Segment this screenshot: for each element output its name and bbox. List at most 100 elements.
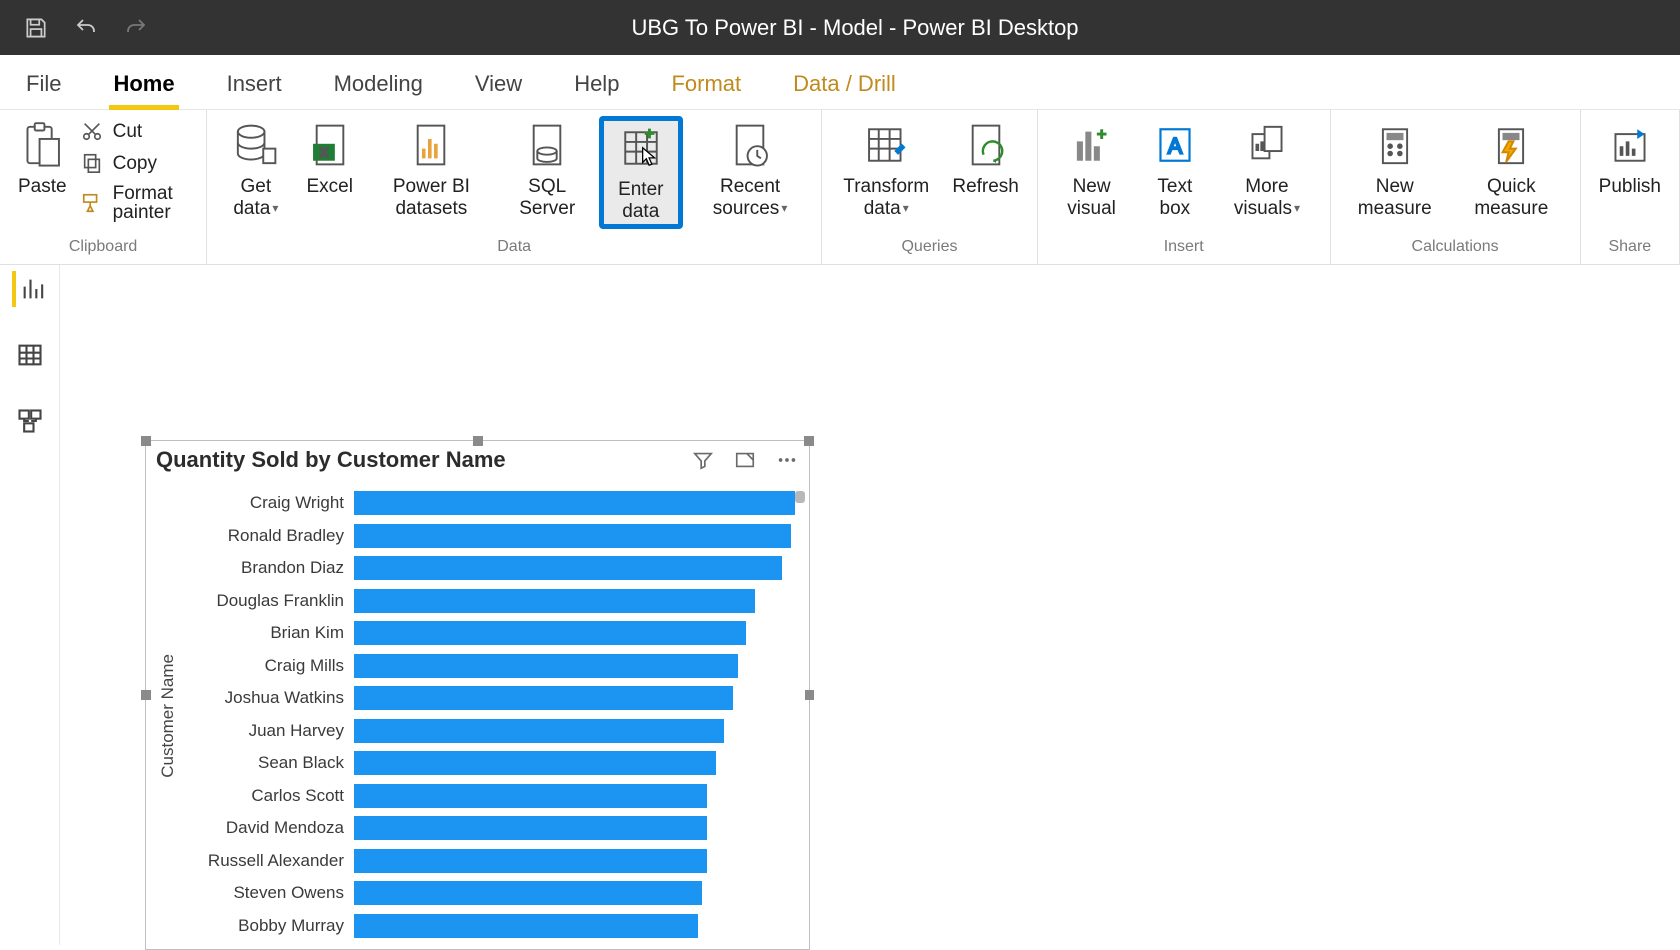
category-label: Ronald Bradley: [182, 520, 354, 553]
group-insert: New visual A Text box More visuals▾ Inse…: [1038, 110, 1331, 264]
group-label: Clipboard: [12, 238, 194, 260]
bar[interactable]: [354, 589, 755, 613]
group-share: Publish Share: [1581, 110, 1680, 264]
sql-server-button[interactable]: SQL Server: [504, 116, 591, 221]
more-visuals-icon: [1247, 120, 1287, 170]
more-visuals-button[interactable]: More visuals▾: [1216, 116, 1317, 221]
report-canvas[interactable]: Quantity Sold by Customer Name Customer …: [60, 265, 1680, 945]
recent-sources-button[interactable]: Recent sources▾: [691, 116, 809, 221]
svg-text:X: X: [319, 145, 328, 160]
visual-scrollbar[interactable]: [795, 491, 805, 939]
cut-icon: [81, 120, 103, 142]
category-label: Joshua Watkins: [182, 682, 354, 715]
bar[interactable]: [354, 654, 738, 678]
copy-button[interactable]: Copy: [81, 152, 195, 174]
bar[interactable]: [354, 816, 707, 840]
save-button[interactable]: [22, 14, 50, 42]
model-view-button[interactable]: [12, 403, 48, 439]
enter-data-icon: [621, 123, 661, 173]
group-clipboard: Paste Cut Copy Format painter Clipboard: [0, 110, 207, 264]
new-measure-icon: [1375, 120, 1415, 170]
bar[interactable]: [354, 784, 707, 808]
group-label: Queries: [834, 238, 1025, 260]
resize-handle[interactable]: [141, 690, 151, 700]
chevron-down-icon: ▾: [1294, 201, 1300, 215]
new-measure-button[interactable]: New measure: [1343, 116, 1447, 221]
category-label: Douglas Franklin: [182, 585, 354, 618]
new-visual-button[interactable]: New visual: [1050, 116, 1133, 221]
bar[interactable]: [354, 914, 698, 938]
tab-modeling[interactable]: Modeling: [328, 57, 429, 109]
resize-handle[interactable]: [473, 436, 483, 446]
chevron-down-icon: ▾: [903, 201, 909, 215]
resize-handle[interactable]: [141, 436, 151, 446]
refresh-button[interactable]: Refresh: [946, 116, 1025, 220]
resize-handle[interactable]: [804, 690, 814, 700]
bar[interactable]: [354, 556, 782, 580]
redo-button[interactable]: [122, 14, 150, 42]
new-visual-icon: [1072, 120, 1112, 170]
tab-help[interactable]: Help: [568, 57, 625, 109]
visual-container[interactable]: Quantity Sold by Customer Name Customer …: [145, 440, 810, 950]
resize-handle[interactable]: [804, 436, 814, 446]
group-queries: Transform data▾ Refresh Queries: [822, 110, 1038, 264]
group-data: Get data▾ X Excel Power BI datasets SQL …: [207, 110, 822, 264]
pbi-datasets-icon: [411, 120, 451, 170]
y-axis-title: Customer Name: [154, 654, 182, 778]
paste-icon: [22, 120, 62, 170]
quick-access-toolbar: [0, 14, 150, 42]
bar-chart: Customer Name Craig WrightRonald Bradley…: [154, 487, 795, 945]
title-bar: UBG To Power BI - Model - Power BI Deskt…: [0, 0, 1680, 55]
bar[interactable]: [354, 686, 733, 710]
format-painter-icon: [81, 192, 103, 214]
tab-file[interactable]: File: [20, 57, 67, 109]
paste-button[interactable]: Paste: [12, 116, 73, 220]
category-label: Juan Harvey: [182, 715, 354, 748]
report-view-button[interactable]: [12, 271, 48, 307]
cut-button[interactable]: Cut: [81, 120, 195, 142]
recent-sources-icon: [730, 120, 770, 170]
bar[interactable]: [354, 881, 702, 905]
more-options-icon[interactable]: [775, 449, 799, 471]
category-label: David Mendoza: [182, 812, 354, 845]
filter-icon[interactable]: [691, 449, 715, 471]
quick-measure-button[interactable]: Quick measure: [1455, 116, 1568, 221]
category-label: Craig Mills: [182, 650, 354, 683]
bar[interactable]: [354, 524, 791, 548]
ribbon: Paste Cut Copy Format painter Clipboard: [0, 110, 1680, 265]
category-label: Russell Alexander: [182, 845, 354, 878]
group-label: Insert: [1050, 238, 1318, 260]
tab-home[interactable]: Home: [107, 57, 180, 109]
enter-data-button[interactable]: Enter data: [599, 116, 683, 229]
bar[interactable]: [354, 491, 795, 515]
transform-data-button[interactable]: Transform data▾: [834, 116, 938, 221]
bar[interactable]: [354, 849, 707, 873]
focus-mode-icon[interactable]: [733, 449, 757, 471]
refresh-icon: [966, 120, 1006, 170]
text-box-button[interactable]: A Text box: [1141, 116, 1208, 221]
tab-data-drill[interactable]: Data / Drill: [787, 57, 902, 109]
undo-button[interactable]: [72, 14, 100, 42]
tab-view[interactable]: View: [469, 57, 528, 109]
chevron-down-icon: ▾: [781, 201, 787, 215]
visual-title: Quantity Sold by Customer Name: [156, 447, 506, 473]
tab-format[interactable]: Format: [665, 57, 747, 109]
data-view-button[interactable]: [12, 337, 48, 373]
transform-data-icon: [864, 120, 908, 170]
publish-icon: [1610, 120, 1650, 170]
tab-insert[interactable]: Insert: [221, 57, 288, 109]
excel-button[interactable]: X Excel: [301, 116, 359, 220]
category-label: Steven Owens: [182, 877, 354, 910]
group-label: Calculations: [1343, 238, 1568, 260]
pbi-datasets-button[interactable]: Power BI datasets: [367, 116, 496, 221]
get-data-button[interactable]: Get data▾: [219, 116, 292, 221]
view-switcher: [0, 265, 60, 945]
format-painter-button[interactable]: Format painter: [81, 184, 195, 222]
cursor-icon: [639, 145, 661, 167]
bar[interactable]: [354, 621, 746, 645]
window-title: UBG To Power BI - Model - Power BI Deskt…: [150, 15, 1680, 41]
bar[interactable]: [354, 751, 716, 775]
get-data-icon: [234, 120, 278, 170]
publish-button[interactable]: Publish: [1593, 116, 1667, 220]
bar[interactable]: [354, 719, 724, 743]
